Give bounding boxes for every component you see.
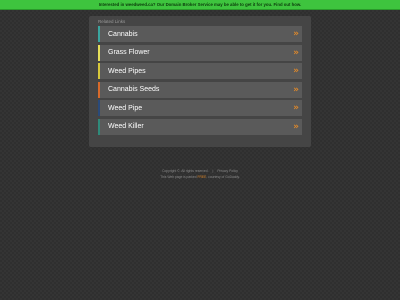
link-label[interactable]: Cannabis Seeds	[108, 86, 159, 93]
double-chevron-right-icon: »	[293, 66, 299, 76]
link-label[interactable]: Weed Killer	[108, 123, 144, 130]
link-weed-killer[interactable]: Weed Killer »	[98, 118, 302, 135]
link-weed-pipes[interactable]: Weed Pipes »	[98, 63, 302, 79]
footer: Copyright ©. All rights reserved. | Privac…	[0, 168, 400, 180]
related-links-panel: Related Links Cannabis » Grass Flower » …	[89, 16, 311, 147]
parked-text: This Web page is parked	[160, 175, 197, 179]
footer-line-2: This Web page is parked FREE, courtesy o…	[0, 174, 400, 180]
double-chevron-right-icon: »	[293, 29, 299, 39]
double-chevron-right-icon: »	[293, 84, 299, 95]
copyright-text: Copyright ©. All rights reserved.	[162, 169, 209, 173]
link-label[interactable]: Weed Pipes	[108, 68, 146, 75]
parked-suffix: , courtesy of GoDaddy.	[206, 175, 240, 179]
link-label[interactable]: Weed Pipe	[108, 105, 142, 112]
double-chevron-right-icon: »	[293, 47, 299, 58]
link-label[interactable]: Cannabis	[108, 31, 138, 38]
double-chevron-right-icon: »	[293, 121, 299, 132]
panel-header: Related Links	[98, 19, 126, 24]
domain-broker-banner[interactable]: Interested in weedweed.ca? Our Domain Br…	[0, 0, 400, 10]
link-cannabis-seeds[interactable]: Cannabis Seeds »	[98, 81, 302, 98]
privacy-policy-link[interactable]: Privacy Policy	[217, 169, 238, 173]
link-grass-flower[interactable]: Grass Flower »	[98, 44, 302, 61]
banner-text[interactable]: Interested in weedweed.ca? Our Domain Br…	[99, 2, 302, 7]
related-links-list: Cannabis » Grass Flower » Weed Pipes » C…	[98, 26, 302, 137]
footer-separator: |	[212, 169, 214, 173]
free-parking-link[interactable]: FREE	[198, 175, 207, 179]
link-weed-pipe[interactable]: Weed Pipe »	[98, 100, 302, 116]
link-cannabis[interactable]: Cannabis »	[98, 26, 302, 42]
link-label[interactable]: Grass Flower	[108, 49, 150, 56]
double-chevron-right-icon: »	[293, 103, 299, 113]
